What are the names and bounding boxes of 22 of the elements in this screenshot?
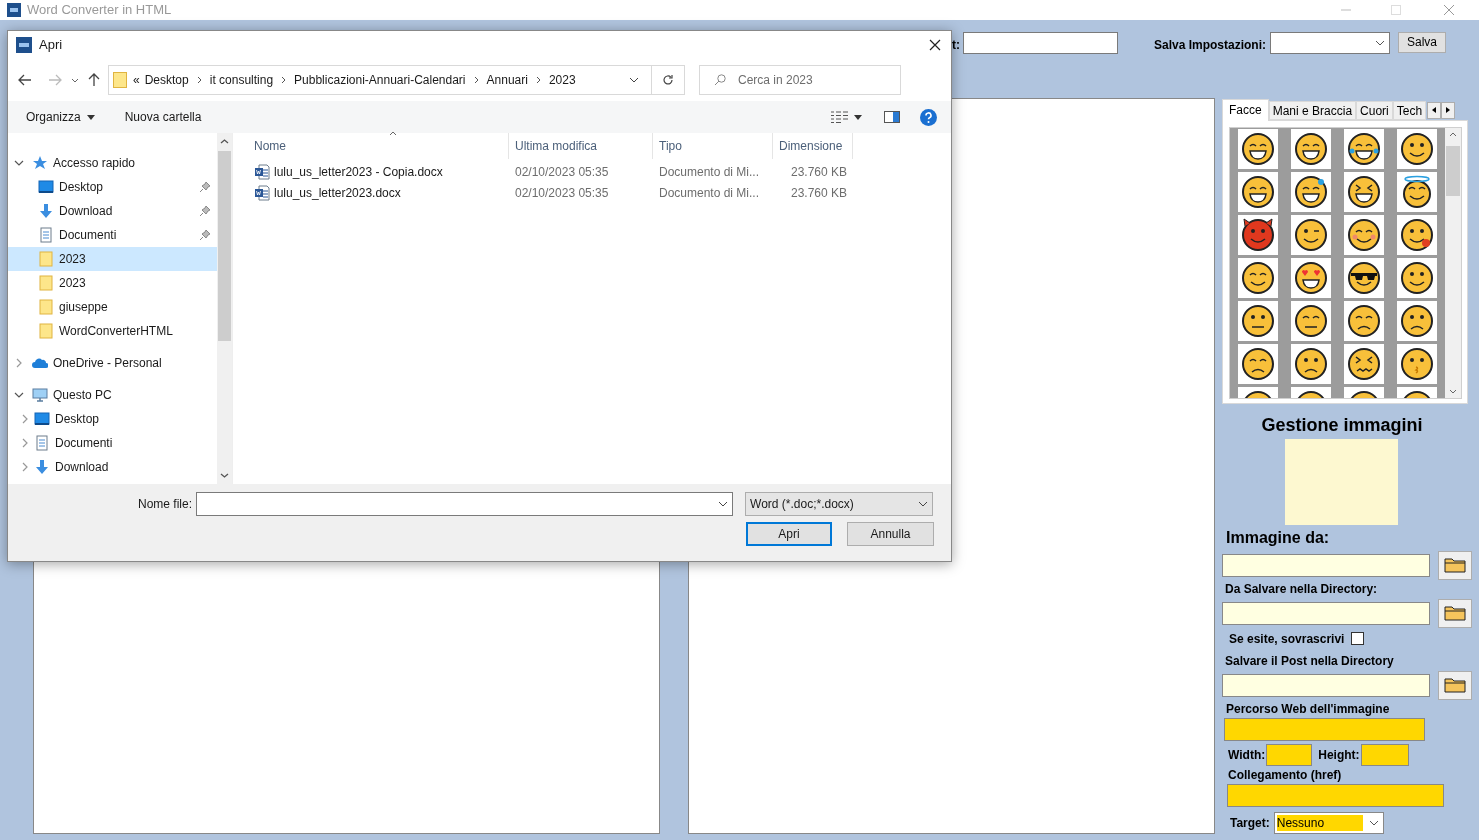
table-cell-text: Documento di Mi... — [658, 163, 761, 181]
field-label: Height: — [1318, 746, 1360, 764]
field-label: Da Salvare nella Directory: — [1225, 580, 1379, 598]
table-cell-text: 23.760 KB — [789, 163, 848, 181]
field-label: Immagine da: — [1226, 527, 1331, 548]
section-title: Gestione immagini — [1260, 413, 1424, 437]
field-label: Collegamento (href) — [1228, 766, 1343, 784]
window-title: Word Converter in HTML — [27, 1, 172, 19]
table-cell-text: 02/10/2023 05:35 — [514, 163, 610, 181]
field-label: Width: — [1228, 746, 1266, 764]
field-label: Salva Impostazioni: — [1154, 36, 1267, 54]
dropdown-value: Nessuno — [1276, 814, 1363, 831]
field-label: Target: — [1230, 814, 1270, 832]
table-cell-text: 02/10/2023 05:35 — [514, 184, 610, 202]
field-label: Nome file: — [138, 496, 193, 513]
dialog-title: Apri — [39, 36, 63, 55]
field-label: Percorso Web dell'immagine — [1226, 700, 1391, 718]
table-cell-text: Documento di Mi... — [658, 184, 761, 202]
field-label: t: — [952, 36, 960, 54]
field-label: Salvare il Post nella Directory — [1225, 652, 1395, 670]
table-cell-text: 23.760 KB — [789, 184, 848, 202]
checkbox-label: Se esite, sovrascrivi — [1229, 630, 1345, 648]
